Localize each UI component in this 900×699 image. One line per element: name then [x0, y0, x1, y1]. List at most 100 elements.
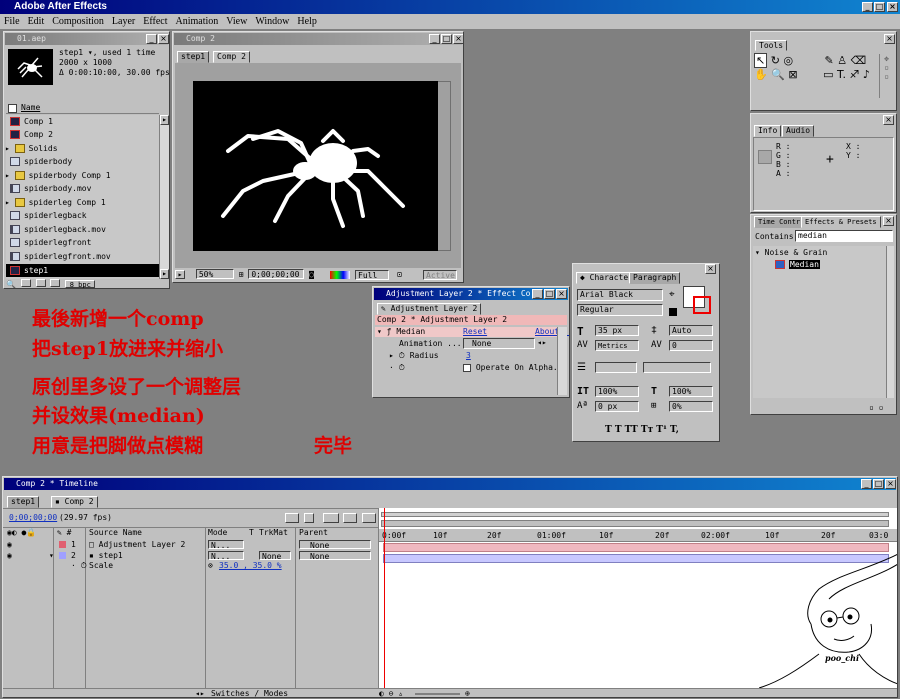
font-family-select[interactable]: Arial Black: [577, 289, 663, 301]
current-time-indicator[interactable]: [384, 508, 385, 688]
pan-tool-icon[interactable]: ⊠: [788, 68, 797, 81]
list-item[interactable]: ▸ spiderleg Comp 1: [5, 196, 106, 209]
link-icon[interactable]: ⊗: [208, 561, 213, 571]
eye-icon[interactable]: ◉: [7, 551, 12, 561]
layer-mode-select[interactable]: N...: [208, 540, 244, 549]
tl-col-t[interactable]: T: [249, 528, 254, 538]
leading-field[interactable]: Auto: [669, 325, 713, 336]
layer-parent-select[interactable]: None: [299, 540, 371, 549]
zoom-select[interactable]: 50%: [195, 269, 234, 279]
clone-tool-icon[interactable]: ♙: [837, 54, 847, 67]
comp-mini-flowchart-button[interactable]: [285, 513, 299, 523]
effects-scrollbar[interactable]: [886, 246, 894, 398]
text-style-buttons[interactable]: T T TT Tт T¹ T,: [605, 425, 679, 435]
eraser-tool-icon[interactable]: ⌫: [851, 54, 867, 67]
comp-close-button[interactable]: ×: [453, 34, 463, 44]
motion-blur-button[interactable]: [343, 513, 358, 523]
tl-close-button[interactable]: ×: [885, 479, 896, 489]
frame-blend-button[interactable]: [322, 513, 339, 523]
rotation-tool-icon[interactable]: ↻: [771, 54, 780, 67]
comp-maximize-button[interactable]: □: [441, 34, 452, 44]
operate-checkbox-row[interactable]: Operate On Alpha...: [463, 363, 567, 372]
project-close-button[interactable]: ×: [158, 34, 169, 44]
zoom-slider[interactable]: [415, 693, 460, 695]
comp-time-display[interactable]: 0;00;00;00: [248, 269, 305, 279]
comp-minimize-button[interactable]: _: [429, 34, 440, 44]
list-item[interactable]: Comp 1: [10, 115, 53, 128]
tab-audio[interactable]: Audio: [782, 125, 815, 137]
time-navigator[interactable]: [381, 520, 889, 527]
new-comp-button[interactable]: [35, 279, 46, 287]
channel-icon[interactable]: [330, 271, 350, 279]
menu-edit[interactable]: Edit: [24, 16, 49, 27]
stroke-color-swatch[interactable]: [693, 296, 711, 314]
pen-tool-icon[interactable]: ✎: [825, 54, 834, 67]
effects-close-button[interactable]: ×: [883, 216, 894, 226]
menu-file[interactable]: File: [0, 16, 24, 27]
tl-col-parent[interactable]: Parent: [299, 528, 328, 538]
zoom-slider-icon[interactable]: ◐ ⊖ ▵: [379, 689, 403, 697]
grid-icon[interactable]: ⊞: [239, 270, 244, 279]
tl-graph-area[interactable]: 0:00f 10f 20f 01:00f 10f 20f 02:00f 10f …: [378, 508, 897, 688]
tl-col-source[interactable]: Source Name: [89, 528, 142, 538]
project-name-header[interactable]: Name: [6, 102, 159, 114]
new-folder-icon[interactable]: ▫ ▫: [869, 403, 883, 412]
text-tool-icon[interactable]: T.: [837, 68, 846, 81]
eyedropper-icon[interactable]: ⌖: [669, 289, 675, 300]
layer-name[interactable]: □ Adjustment Layer 2: [89, 540, 185, 550]
stopwatch-icon[interactable]: · ⏱: [71, 561, 87, 571]
expand-icon[interactable]: ▾: [49, 551, 54, 561]
hand-tool-icon[interactable]: ✋: [754, 68, 768, 81]
shy-button[interactable]: [303, 513, 314, 523]
project-scrollbar[interactable]: ▸ ▸: [159, 115, 169, 279]
view-select[interactable]: Active: [423, 270, 457, 280]
radius-value[interactable]: 3: [466, 351, 471, 360]
list-item[interactable]: spiderbody.mov: [10, 182, 91, 195]
tab-info[interactable]: Info: [754, 125, 782, 137]
expand-icon[interactable]: ▾: [377, 327, 382, 336]
black-swatch[interactable]: [669, 308, 677, 316]
menu-effect[interactable]: Effect: [139, 16, 171, 27]
tl-time-display[interactable]: 0;00;00;00: [9, 513, 57, 523]
list-item[interactable]: ▸ spiderbody Comp 1: [5, 169, 111, 182]
menu-view[interactable]: View: [222, 16, 251, 27]
tracking-field[interactable]: 0: [669, 340, 713, 351]
tool-options[interactable]: ✥ ▫ ▫: [879, 54, 893, 98]
list-item[interactable]: Comp 2: [10, 128, 53, 141]
time-ruler[interactable]: 0:00f 10f 20f 01:00f 10f 20f 02:00f 10f …: [379, 529, 897, 542]
camera-icon[interactable]: ◙: [309, 270, 314, 279]
tab-adjustment-layer[interactable]: ✎ Adjustment Layer 2: [377, 303, 482, 315]
zoom-in-icon[interactable]: ⊕: [465, 689, 470, 697]
character-close-button[interactable]: ×: [705, 264, 716, 274]
tl-col-trkmat[interactable]: TrkMat: [259, 528, 288, 538]
menu-help[interactable]: Help: [293, 16, 320, 27]
tl-tab-comp2[interactable]: ▪ Comp 2: [51, 496, 98, 508]
menu-layer[interactable]: Layer: [108, 16, 139, 27]
tl-tab-step1[interactable]: step1: [7, 496, 40, 508]
menu-animation[interactable]: Animation: [172, 16, 223, 27]
tl-col-mode[interactable]: Mode: [208, 528, 227, 538]
switches-modes-toggle[interactable]: Switches / Modes: [211, 689, 288, 697]
pen2-tool-icon[interactable]: ♐: [849, 68, 859, 81]
minimize-button[interactable]: _: [862, 2, 873, 12]
zoom-tool-icon[interactable]: 🔍: [771, 68, 785, 81]
close-button[interactable]: ×: [887, 2, 898, 12]
list-item[interactable]: spiderlegback.mov: [10, 223, 106, 236]
rectangle-tool-icon[interactable]: ▭: [823, 68, 833, 81]
menu-composition[interactable]: Composition: [48, 16, 108, 27]
always-preview-button[interactable]: ▸: [175, 270, 185, 279]
layer-color-label[interactable]: [59, 552, 66, 559]
animation-preset-select[interactable]: None: [463, 338, 535, 349]
tab-effects-presets[interactable]: Effects & Presets: [801, 216, 881, 228]
tab-time-controls[interactable]: Time Contr: [754, 216, 805, 228]
stopwatch-icon[interactable]: ⏱: [399, 351, 405, 360]
fx-toggle[interactable]: ƒ: [387, 327, 392, 336]
stopwatch-icon[interactable]: ⏱: [399, 363, 405, 372]
layer-trkmat-select[interactable]: None: [259, 551, 291, 560]
list-item[interactable]: spiderbody: [10, 155, 72, 168]
effects-search-input[interactable]: median: [795, 230, 893, 242]
resolution-select[interactable]: Full: [355, 270, 389, 280]
ec-maximize-button[interactable]: □: [544, 289, 555, 299]
baseline-shift-field[interactable]: 0 px: [595, 401, 639, 412]
ec-close-button[interactable]: ×: [556, 289, 567, 299]
